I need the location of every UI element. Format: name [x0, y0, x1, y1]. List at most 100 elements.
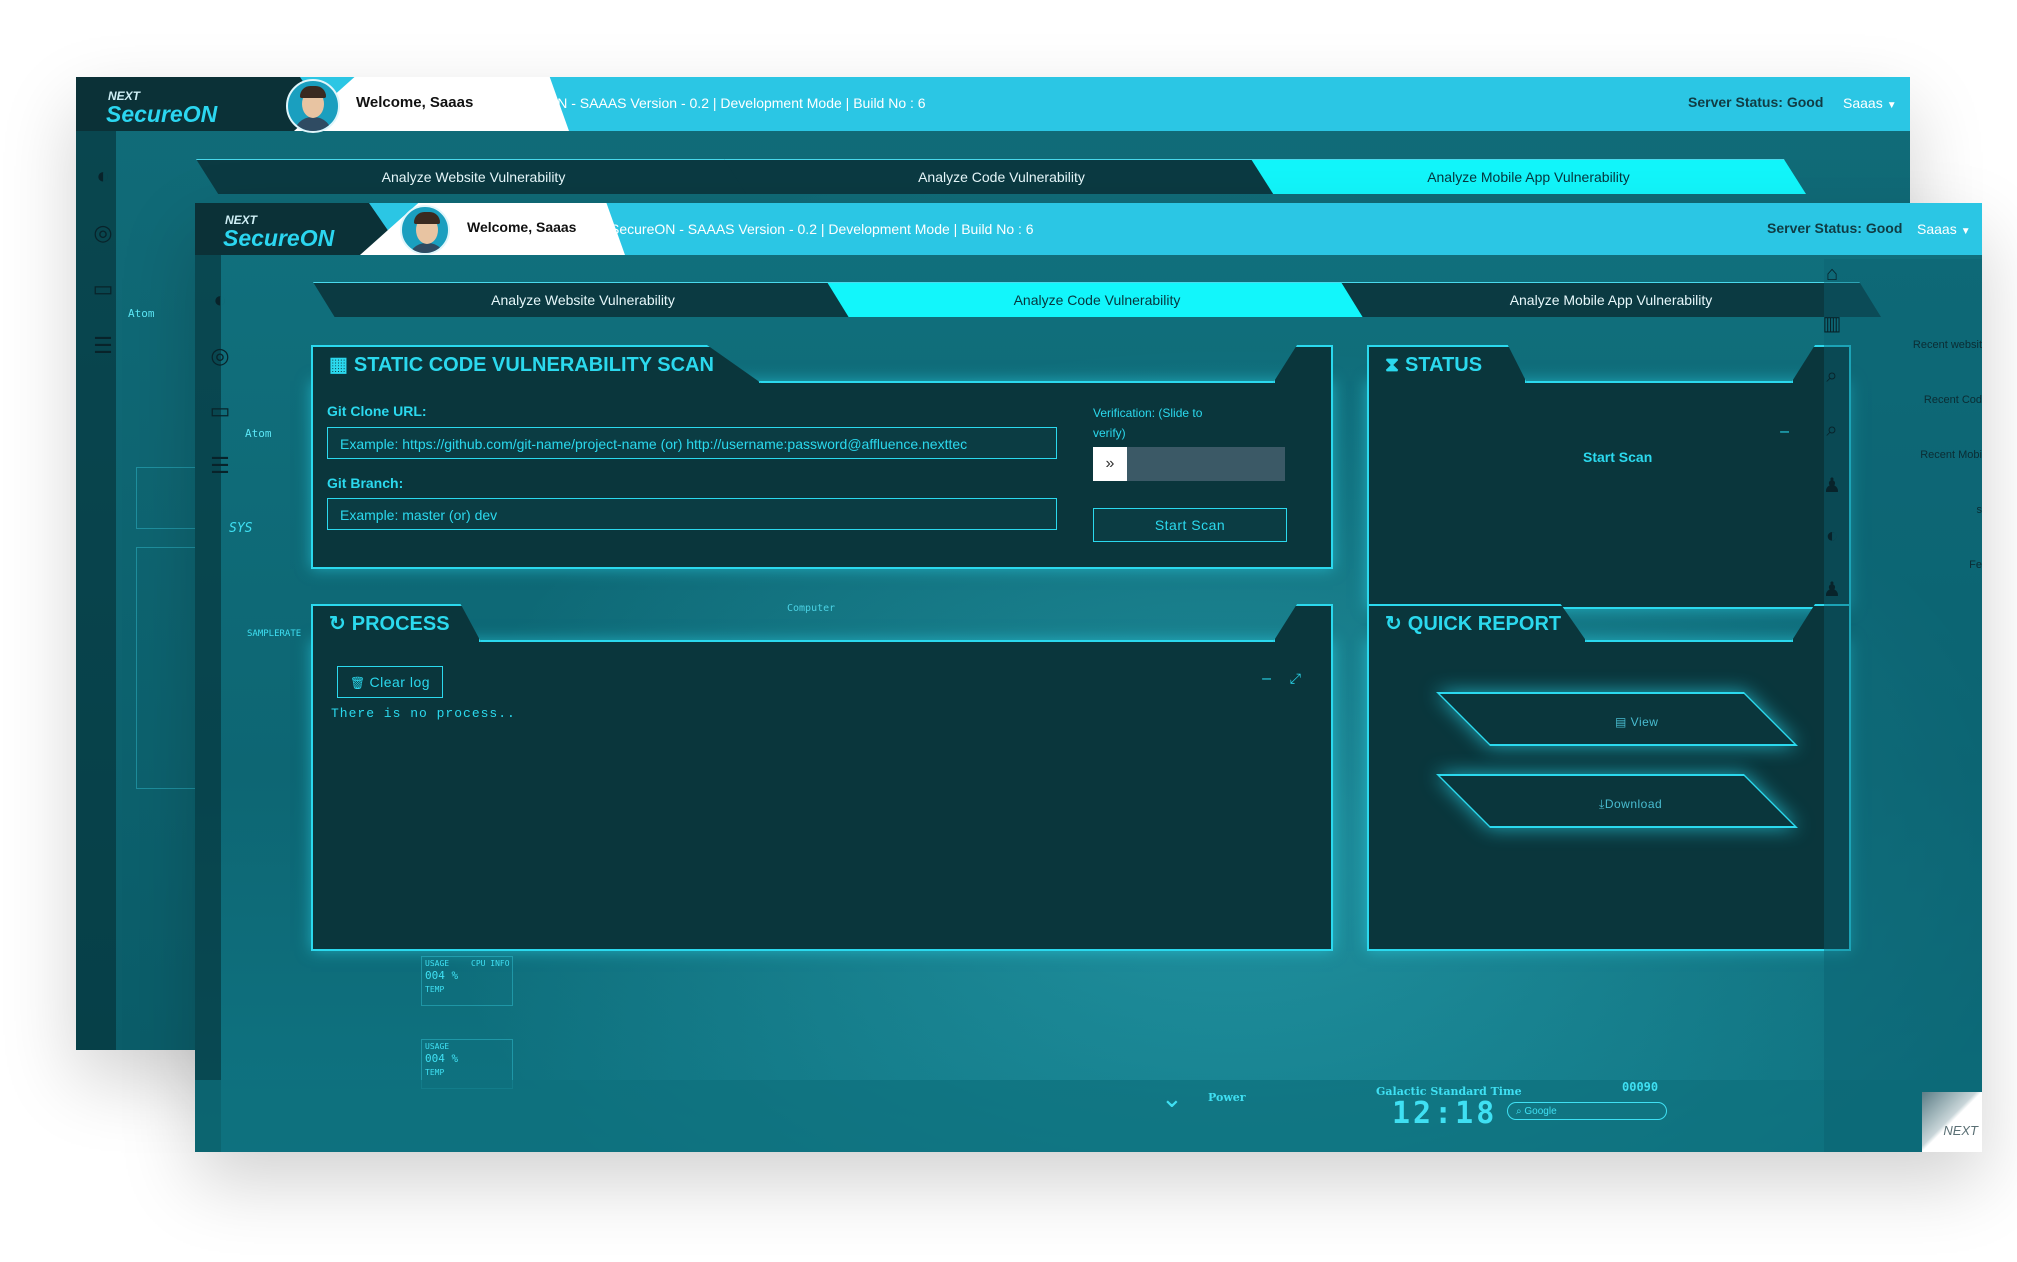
- globe-icon[interactable]: ◐: [205, 285, 235, 315]
- user-menu[interactable]: Saaas ▼: [1843, 95, 1897, 111]
- usage-value: 004 %: [425, 969, 459, 982]
- tab-code[interactable]: Analyze Code Vulnerability: [724, 159, 1279, 194]
- scan-panel-title: STATIC CODE VULNERABILITY SCAN: [353, 354, 714, 376]
- tab-label: Analyze Website Vulnerability: [381, 169, 566, 185]
- refresh-icon: ↻: [1385, 613, 1402, 635]
- process-panel-title: PROCESS: [351, 613, 450, 635]
- welcome-text: Welcome, Saaas: [356, 94, 474, 111]
- chevron-double-right-icon[interactable]: »: [1093, 447, 1127, 481]
- status-panel: ⧗ STATUS Start Scan –: [1367, 345, 1851, 609]
- verification-label: Verification: (Slide to verify): [1093, 406, 1203, 440]
- hud-search-input[interactable]: ⌕ Google: [1507, 1102, 1667, 1120]
- process-panel-header: ↻ PROCESS: [311, 604, 481, 642]
- version-info: SecureON - SAAAS Version - 0.2 | Develop…: [502, 95, 926, 111]
- signal-icon[interactable]: ◎: [88, 218, 118, 248]
- git-branch-placeholder: Example: master (or) dev: [340, 507, 498, 523]
- chevron-down-icon: ▼: [1960, 226, 1971, 237]
- trash-icon: 🗑: [349, 676, 370, 690]
- globe-icon[interactable]: ◐: [88, 161, 118, 191]
- logo: NEXT SecureON: [195, 203, 345, 255]
- side-nav: [195, 255, 221, 1152]
- logo-name: SecureON: [106, 101, 218, 127]
- verify-slider[interactable]: »: [1093, 447, 1285, 481]
- user-icon[interactable]: ♟: [1821, 473, 1843, 497]
- report-panel-title: QUICK REPORT: [1407, 613, 1562, 635]
- minimize-icon[interactable]: –: [1262, 670, 1271, 688]
- home-icon[interactable]: ⌂: [1821, 263, 1843, 285]
- report-panel-header: ↻ QUICK REPORT: [1367, 604, 1587, 642]
- git-branch-input[interactable]: Example: master (or) dev: [327, 498, 1057, 530]
- stats-icon[interactable]: ▥: [1821, 311, 1843, 335]
- tab-website[interactable]: Analyze Website Vulnerability: [313, 282, 853, 317]
- usage-label: USAGE: [425, 959, 450, 968]
- scan-panel: ▦ STATIC CODE VULNERABILITY SCAN Git Clon…: [311, 345, 1333, 569]
- file-icon: ▤: [1615, 715, 1631, 729]
- server-icon[interactable]: ☰: [205, 451, 235, 481]
- version-info: SecureON - SAAAS Version - 0.2 | Develop…: [610, 221, 1034, 237]
- tab-mobile[interactable]: Analyze Mobile App Vulnerability: [1341, 282, 1881, 317]
- tab-label: Analyze Website Vulnerability: [491, 292, 675, 308]
- git-branch-label: Git Branch:: [327, 475, 404, 491]
- recent-code-link[interactable]: Recent Cod: [1924, 394, 1982, 406]
- hud-search-text: Google: [1524, 1106, 1557, 1117]
- usage-value: 004 %: [425, 1052, 459, 1065]
- view-text: View: [1630, 715, 1659, 729]
- process-message: There is no process..: [331, 706, 516, 721]
- hourglass-icon: ⧗: [1385, 354, 1400, 376]
- recent-website-link[interactable]: Recent websit: [1913, 339, 1982, 351]
- tab-code[interactable]: Analyze Code Vulnerability: [827, 282, 1367, 317]
- top-bar: NEXT SecureON Welcome, Saaas SecureON - …: [195, 203, 1982, 255]
- side-nav: [76, 131, 116, 1050]
- settings-link[interactable]: s: [1977, 504, 1983, 516]
- status-start-scan-link[interactable]: Start Scan: [1583, 449, 1652, 465]
- search-icon[interactable]: ⌕: [1821, 365, 1843, 387]
- monitor-icon[interactable]: ▭: [88, 274, 118, 304]
- temp-label: TEMP: [425, 1068, 445, 1077]
- git-url-placeholder: Example: https://github.com/git-name/pro…: [340, 436, 968, 452]
- expand-icon[interactable]: ⤢: [1290, 670, 1301, 687]
- server-status: Server Status: Good: [1688, 94, 1824, 110]
- download-label: ⤓Download: [1599, 797, 1662, 812]
- user-icon[interactable]: ♟: [1821, 577, 1843, 601]
- status-panel-header: ⧗ STATUS: [1367, 345, 1527, 383]
- avatar[interactable]: [286, 79, 340, 133]
- search-icon[interactable]: ⌕: [1821, 419, 1843, 441]
- git-url-input[interactable]: Example: https://github.com/git-name/pro…: [327, 427, 1057, 459]
- clear-log-button[interactable]: 🗑 Clear log: [337, 666, 443, 698]
- atom-label: Atom: [128, 307, 155, 320]
- status-panel-title: STATUS: [1405, 354, 1483, 376]
- process-panel: ↻ PROCESS 🗑 Clear log There is no process…: [311, 604, 1333, 951]
- usage-label: USAGE: [425, 1042, 450, 1051]
- tab-website[interactable]: Analyze Website Vulnerability: [196, 159, 751, 194]
- tab-label: Analyze Mobile App Vulnerability: [1427, 169, 1630, 185]
- grid-icon: ▦: [329, 354, 348, 376]
- feedback-link[interactable]: Fe: [1969, 559, 1982, 571]
- tab-label: Analyze Mobile App Vulnerability: [1509, 292, 1713, 308]
- computer-label: Computer: [787, 603, 836, 614]
- atom-label: Atom: [245, 427, 272, 440]
- monitor-icon[interactable]: ▭: [205, 396, 235, 426]
- globe-icon[interactable]: ◐: [1821, 525, 1843, 547]
- signal-icon[interactable]: ◎: [205, 341, 235, 371]
- galactic-time: 12:18: [1392, 1096, 1498, 1131]
- start-scan-button[interactable]: Start Scan: [1093, 508, 1287, 542]
- view-label: ▤ View: [1615, 715, 1658, 729]
- tab-mobile[interactable]: Analyze Mobile App Vulnerability: [1251, 159, 1806, 194]
- right-sidebar: Recent websit Recent Cod Recent Mobi s F…: [1821, 259, 1983, 1152]
- user-name: Saaas: [1843, 95, 1883, 111]
- tab-label: Analyze Code Vulnerability: [918, 169, 1085, 185]
- avatar[interactable]: [400, 205, 450, 255]
- recent-mobile-link[interactable]: Recent Mobi: [1920, 449, 1982, 461]
- minimize-icon[interactable]: –: [1780, 423, 1789, 441]
- user-menu[interactable]: Saaas ▼: [1917, 221, 1971, 237]
- chevron-down-icon: ⌄: [1161, 1083, 1183, 1113]
- temp-label: TEMP: [425, 985, 445, 994]
- download-text: Download: [1604, 797, 1663, 811]
- server-icon[interactable]: ☰: [88, 331, 118, 361]
- user-name: Saaas: [1917, 221, 1957, 237]
- power-label: Power: [1208, 1091, 1246, 1104]
- sys-label: SYS: [229, 521, 253, 536]
- panel-corner: [1273, 604, 1333, 642]
- bottom-hud: [195, 1080, 1982, 1152]
- logo: NEXT SecureON: [76, 77, 276, 131]
